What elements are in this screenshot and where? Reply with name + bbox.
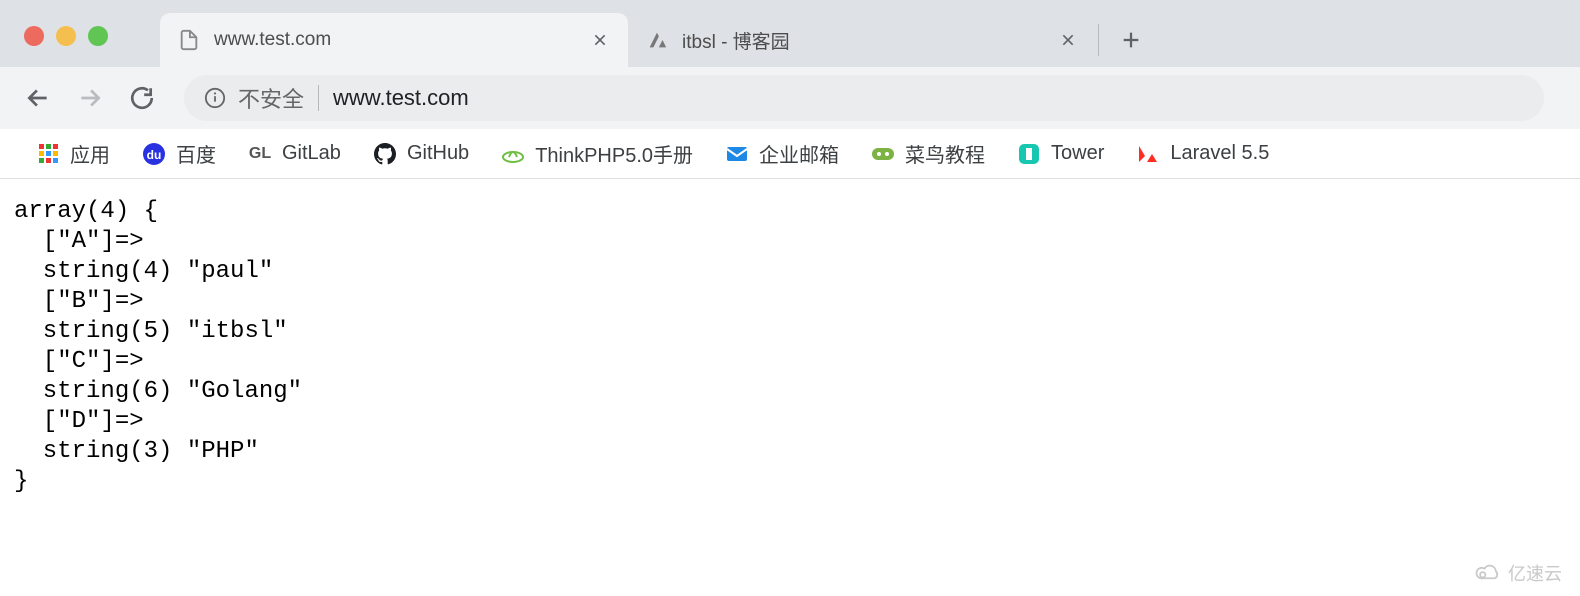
bookmark-thinkphp[interactable]: ThinkPHP5.0手册 [489, 135, 705, 172]
close-icon[interactable] [590, 30, 610, 50]
bookmark-label: 百度 [176, 139, 216, 168]
toolbar: 不安全 www.test.com [0, 67, 1580, 129]
site-icon [646, 29, 668, 51]
window-minimize-button[interactable] [56, 26, 76, 46]
bookmark-label: 应用 [70, 139, 110, 168]
bookmark-apps[interactable]: 应用 [24, 135, 122, 172]
gitlab-icon: GL [248, 142, 272, 166]
reload-button[interactable] [120, 76, 164, 120]
address-separator [318, 85, 319, 111]
tab-title: www.test.com [214, 29, 590, 51]
thinkphp-icon [501, 142, 525, 166]
bookmark-gitlab[interactable]: GL GitLab [236, 138, 353, 170]
bookmark-tower[interactable]: Tower [1005, 138, 1116, 170]
info-icon[interactable] [204, 87, 226, 109]
bookmark-label: Laravel 5.5 [1170, 142, 1269, 165]
baidu-icon: du [142, 142, 166, 166]
bookmark-mail[interactable]: 企业邮箱 [713, 135, 851, 172]
tabs-container: www.test.com itbsl - 博客园 [160, 13, 1153, 67]
laravel-icon [1136, 142, 1160, 166]
bookmark-label: GitHub [407, 142, 469, 165]
back-button[interactable] [16, 76, 60, 120]
mail-icon [725, 142, 749, 166]
close-icon[interactable] [1058, 30, 1078, 50]
forward-button[interactable] [68, 76, 112, 120]
bookmarks-bar: 应用 du 百度 GL GitLab GitHub ThinkPHP5.0手册 … [0, 129, 1580, 179]
watermark: 亿速云 [1474, 560, 1562, 586]
svg-text:du: du [147, 148, 162, 162]
tab-bar: www.test.com itbsl - 博客园 [0, 0, 1580, 67]
bookmark-runoob[interactable]: 菜鸟教程 [859, 135, 997, 172]
tab-inactive[interactable]: itbsl - 博客园 [628, 13, 1096, 67]
window-close-button[interactable] [24, 26, 44, 46]
bookmark-label: ThinkPHP5.0手册 [535, 139, 693, 168]
watermark-text: 亿速云 [1508, 560, 1562, 586]
runoob-icon [871, 142, 895, 166]
page-body-content: array(4) { ["A"]=> string(4) "paul" ["B"… [0, 179, 1580, 515]
traffic-lights [24, 26, 108, 46]
new-tab-button[interactable] [1109, 18, 1153, 62]
file-icon [178, 29, 200, 51]
bookmark-label: 企业邮箱 [759, 139, 839, 168]
url-text: www.test.com [333, 85, 469, 111]
address-bar[interactable]: 不安全 www.test.com [184, 75, 1544, 121]
tab-separator [1098, 24, 1099, 56]
bookmark-label: Tower [1051, 142, 1104, 165]
bookmark-label: GitLab [282, 142, 341, 165]
apps-icon [36, 142, 60, 166]
bookmark-github[interactable]: GitHub [361, 138, 481, 170]
bookmark-label: 菜鸟教程 [905, 139, 985, 168]
tab-title: itbsl - 博客园 [682, 27, 1058, 54]
tower-icon [1017, 142, 1041, 166]
security-label: 不安全 [238, 82, 304, 114]
github-icon [373, 142, 397, 166]
window-maximize-button[interactable] [88, 26, 108, 46]
tab-active[interactable]: www.test.com [160, 13, 628, 67]
bookmark-laravel[interactable]: Laravel 5.5 [1124, 138, 1281, 170]
bookmark-baidu[interactable]: du 百度 [130, 135, 228, 172]
